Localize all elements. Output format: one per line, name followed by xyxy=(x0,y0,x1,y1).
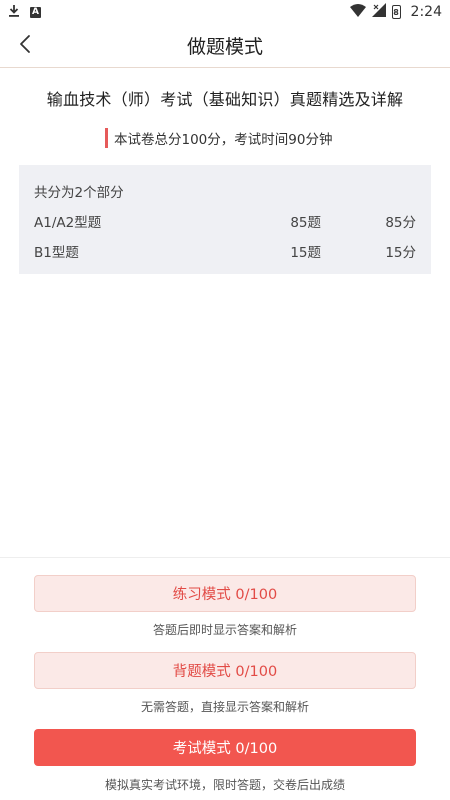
status-left: A xyxy=(8,4,41,21)
exam-mode-button[interactable]: 考试模式 0/100 xyxy=(34,729,416,766)
battery-level: 8 xyxy=(393,7,399,17)
divider xyxy=(0,557,450,558)
parts-summary: 共分为2个部分 A1/A2型题 85题 85分 B1型题 15题 15分 xyxy=(19,165,431,274)
back-button[interactable] xyxy=(10,30,40,62)
part-count: 15题 xyxy=(290,245,321,261)
battery-icon: 8 xyxy=(391,5,401,19)
page-title: 做题模式 xyxy=(186,36,263,58)
chevron-left-icon xyxy=(19,34,31,58)
part-name: B1型题 xyxy=(34,245,79,261)
signal-icon xyxy=(371,3,386,21)
accent-bar xyxy=(105,128,108,148)
part-count: 85题 xyxy=(290,215,321,231)
a-notification-icon: A xyxy=(30,6,41,18)
paper-info: 本试卷总分100分，考试时间90分钟 xyxy=(105,128,332,148)
parts-header: 共分为2个部分 xyxy=(34,185,124,201)
nav-bar: 做题模式 xyxy=(0,24,450,68)
part-row: A1/A2型题 85题 85分 xyxy=(34,211,416,231)
status-bar: A 8 2:24 xyxy=(0,0,450,24)
paper-info-text: 本试卷总分100分，考试时间90分钟 xyxy=(114,132,333,148)
exam-mode-description: 模拟真实考试环境，限时答题，交卷后出成绩 xyxy=(104,778,345,792)
part-score: 15分 xyxy=(385,245,416,261)
status-right: 8 2:24 xyxy=(349,3,442,21)
part-name: A1/A2型题 xyxy=(34,215,102,231)
status-time: 2:24 xyxy=(410,4,442,20)
part-row: B1型题 15题 15分 xyxy=(34,241,416,261)
practice-mode-button[interactable]: 练习模式 0/100 xyxy=(34,575,416,612)
part-score: 85分 xyxy=(385,215,416,231)
memorize-mode-description: 无需答题，直接显示答案和解析 xyxy=(140,700,309,714)
wifi-icon xyxy=(349,3,366,21)
paper-title: 输血技术（师）考试（基础知识）真题精选及详解 xyxy=(46,90,404,109)
practice-mode-description: 答题后即时显示答案和解析 xyxy=(152,623,297,637)
memorize-mode-button[interactable]: 背题模式 0/100 xyxy=(34,652,416,689)
download-icon xyxy=(8,4,20,21)
